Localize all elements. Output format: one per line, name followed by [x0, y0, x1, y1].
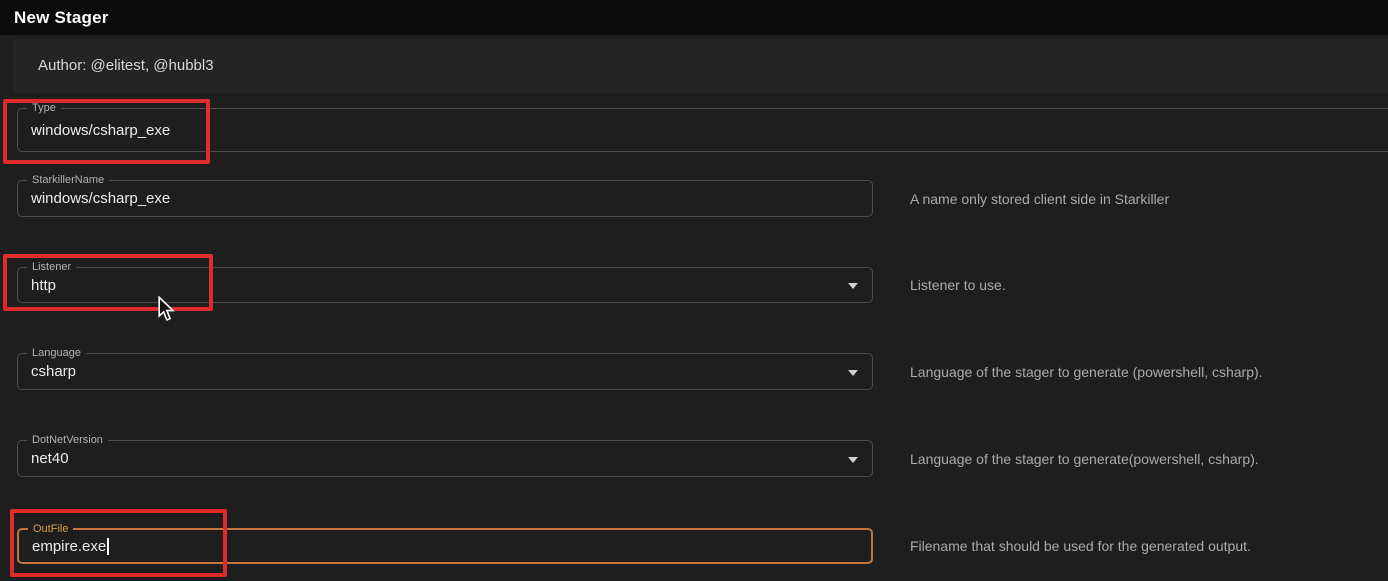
type-field-label: Type: [27, 101, 61, 115]
dotnetversion-select[interactable]: DotNetVersion net40: [17, 440, 873, 477]
dotnetversion-select-label: DotNetVersion: [27, 433, 108, 447]
author-panel: Author: @elitest, @hubbl3: [13, 38, 1388, 93]
listener-select-label: Listener: [27, 260, 76, 274]
listener-help-text: Listener to use.: [910, 267, 1006, 303]
language-help-text: Language of the stager to generate (powe…: [910, 353, 1263, 390]
dotnetversion-help-text: Language of the stager to generate(power…: [910, 440, 1259, 477]
language-select-label: Language: [27, 346, 86, 360]
starkillername-field[interactable]: StarkillerName windows/csharp_exe: [17, 180, 873, 217]
starkillername-field-value: windows/csharp_exe: [31, 190, 170, 207]
outfile-input-value: empire.exe: [32, 538, 106, 555]
chevron-down-icon[interactable]: [848, 283, 858, 289]
type-field-value: windows/csharp_exe: [31, 122, 170, 139]
outfile-help-text: Filename that should be used for the gen…: [910, 528, 1251, 564]
outfile-input-label: OutFile: [28, 522, 73, 536]
type-field[interactable]: Type windows/csharp_exe: [17, 108, 1388, 152]
chevron-down-icon[interactable]: [848, 457, 858, 463]
language-select-value: csharp: [31, 363, 76, 380]
listener-select-value: http: [31, 277, 56, 294]
author-text: Author: @elitest, @hubbl3: [38, 38, 214, 93]
page-header: New Stager: [0, 0, 1388, 35]
mouse-cursor: [157, 296, 175, 322]
text-caret: [107, 538, 109, 555]
page-title: New Stager: [14, 0, 109, 35]
chevron-down-icon[interactable]: [848, 370, 858, 376]
listener-select[interactable]: Listener http: [17, 267, 873, 303]
starkillername-field-label: StarkillerName: [27, 173, 109, 187]
language-select[interactable]: Language csharp: [17, 353, 873, 390]
dotnetversion-select-value: net40: [31, 450, 69, 467]
outfile-input[interactable]: OutFile empire.exe: [17, 528, 873, 564]
starkillername-help-text: A name only stored client side in Starki…: [910, 180, 1169, 217]
